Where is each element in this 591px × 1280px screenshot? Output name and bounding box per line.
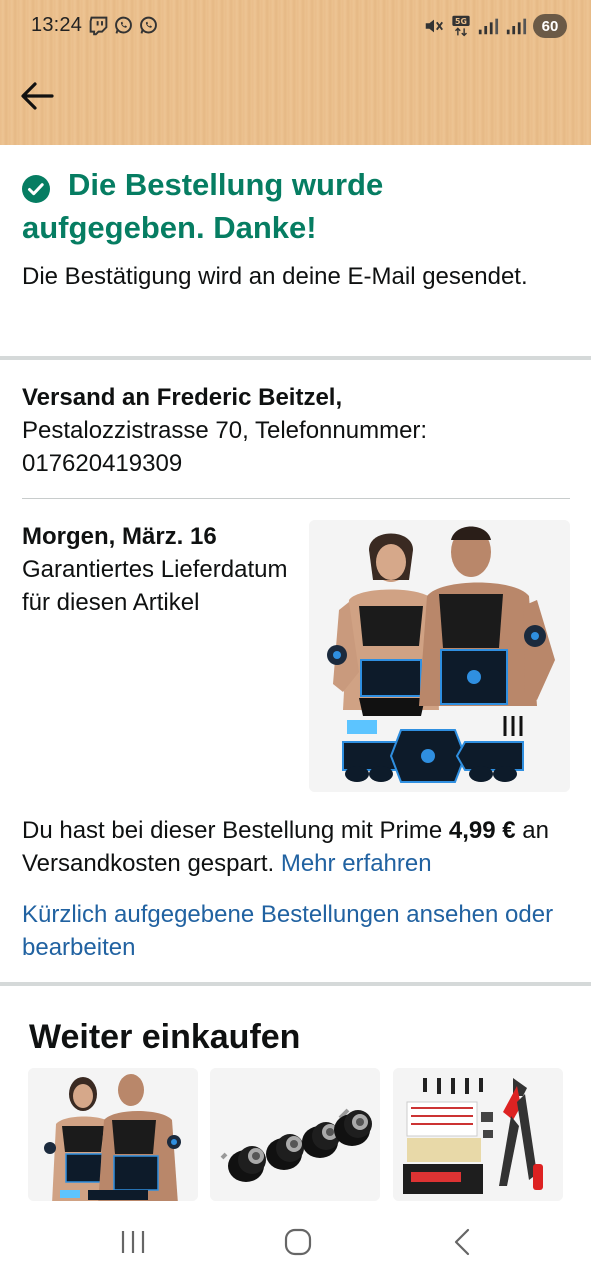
- delivery-info: Morgen, März. 16 Garantiertes Lieferdatu…: [22, 520, 292, 619]
- rivet-tool-kit-image: [393, 1068, 563, 1201]
- continue-shopping-title: Weiter einkaufen: [29, 1018, 301, 1056]
- rubber-mounts-image: [210, 1068, 380, 1201]
- savings-text: Du hast bei dieser Bestellung mit Prime: [22, 817, 449, 844]
- section-divider: [0, 982, 591, 986]
- savings-amount: 4,99 €: [448, 817, 516, 844]
- signal-icon: [506, 18, 527, 35]
- svg-text:5G: 5G: [455, 17, 467, 26]
- check-circle-icon: [22, 175, 50, 203]
- order-confirmation: Die Bestellung wurde aufgegeben. Danke! …: [22, 167, 572, 293]
- recent-orders-link[interactable]: Kürzlich aufgegebene Bestellungen ansehe…: [22, 898, 572, 964]
- system-nav-bar: [0, 1201, 591, 1280]
- twitch-icon: [89, 16, 108, 36]
- prime-savings: Du hast bei dieser Bestellung mit Prime …: [22, 814, 572, 880]
- confirmation-title: Die Bestellung wurde: [68, 167, 384, 202]
- mute-icon: [425, 19, 443, 33]
- notification-icons: [88, 15, 159, 36]
- system-indicators: 5G 60: [423, 14, 567, 38]
- recommendation-item[interactable]: [393, 1068, 563, 1201]
- arrow-left-icon[interactable]: [18, 80, 56, 112]
- status-bar: 13:24 5G 60: [0, 0, 591, 56]
- recent-apps-icon[interactable]: [116, 1225, 150, 1259]
- recommendation-item[interactable]: [210, 1068, 380, 1201]
- shipping-recipient: Versand an Frederic Beitzel,: [22, 384, 343, 411]
- delivery-date: Morgen, März. 16: [22, 523, 217, 550]
- status-time: 13:24: [31, 14, 83, 36]
- whatsapp-icon: [140, 16, 157, 34]
- data-5g-icon: 5G: [452, 15, 470, 37]
- ems-stimulator-illustration: [309, 520, 570, 792]
- shipping-address: Pestalozzistrasse 70, Telefonnummer: 017…: [22, 417, 428, 477]
- confirmation-subtitle: Die Bestätigung wird an deine E-Mail ges…: [22, 263, 528, 290]
- battery-icon: 60: [533, 14, 567, 38]
- learn-more-link[interactable]: Mehr erfahren: [281, 850, 432, 877]
- app-header: [0, 56, 591, 145]
- recommendation-item[interactable]: [28, 1068, 198, 1201]
- confirmation-title-line2: aufgegeben. Danke!: [22, 210, 317, 245]
- delivery-note: Garantiertes Lieferdatum für diesen Arti…: [22, 556, 288, 616]
- shipping-info: Versand an Frederic Beitzel, Pestalozzis…: [22, 381, 574, 480]
- divider: [22, 498, 570, 499]
- ems-muscle-stimulator-image: [28, 1068, 198, 1201]
- section-divider: [0, 356, 591, 360]
- back-icon[interactable]: [446, 1225, 480, 1259]
- product-image[interactable]: [309, 520, 570, 792]
- signal-icon: [478, 18, 499, 35]
- home-icon[interactable]: [281, 1225, 315, 1259]
- whatsapp-icon: [115, 16, 132, 34]
